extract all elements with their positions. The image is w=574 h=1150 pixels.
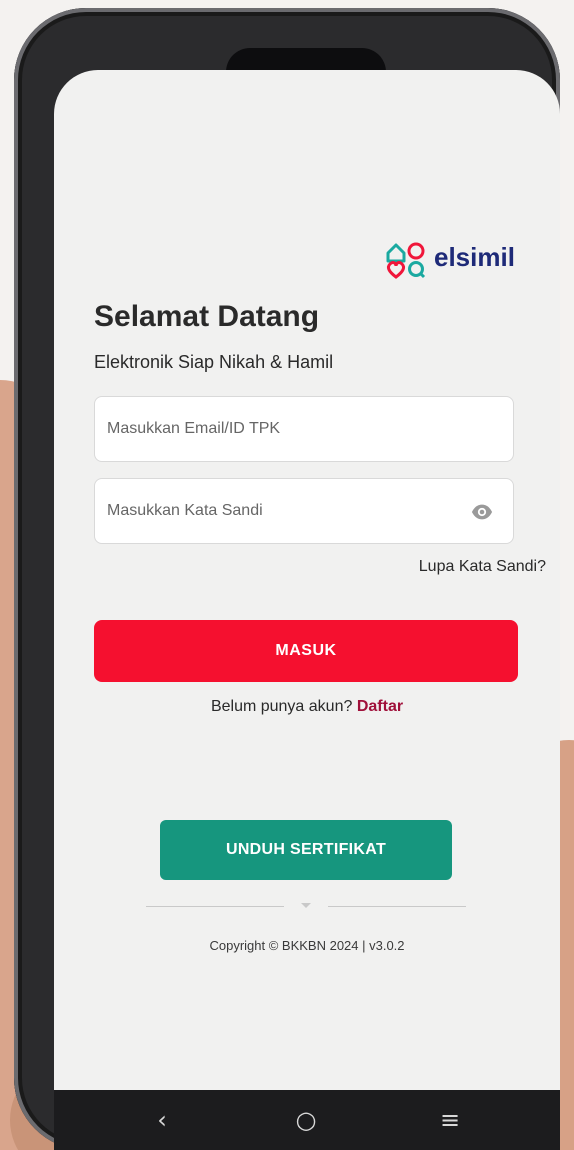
divider-line-left (146, 906, 284, 907)
system-navbar: ‹ ○ ≡ (54, 1090, 560, 1150)
menu-icon[interactable]: ≡ (428, 1100, 472, 1140)
password-input[interactable] (95, 479, 447, 543)
forgot-password-link[interactable]: Lupa Kata Sandi? (419, 558, 546, 576)
elsimil-logo: elsimil (384, 232, 515, 282)
register-prompt-text: Belum punya akun? (210, 698, 353, 715)
password-field[interactable] (94, 478, 514, 544)
eye-icon[interactable] (471, 501, 493, 523)
logo-text: elsimil (434, 241, 515, 272)
elsimil-logo-icon (386, 242, 426, 279)
page-title: Selamat Datang (94, 300, 320, 333)
download-certificate-button[interactable]: UNDUH SERTIFIKAT (160, 820, 452, 880)
login-button[interactable]: MASUK (94, 620, 518, 682)
page-subtitle: Elektronik Siap Nikah & Hamil (94, 352, 334, 372)
home-icon[interactable]: ○ (284, 1100, 328, 1140)
email-input[interactable] (95, 397, 447, 461)
chevron-down-icon (301, 903, 311, 908)
back-icon[interactable]: ‹ (140, 1100, 184, 1140)
phone-frame: elsimil Selamat Datang Elektronik Siap N… (14, 8, 560, 1150)
email-field[interactable] (94, 396, 514, 462)
divider (146, 903, 466, 908)
copyright-text: Copyright © BKKBN 2024 | v3.0.2 (209, 938, 405, 953)
register-prompt: Belum punya akun? Daftar (54, 698, 560, 716)
register-link[interactable]: Daftar (357, 698, 403, 715)
divider-line-right (328, 906, 466, 907)
photo-scene: elsimil Selamat Datang Elektronik Siap N… (0, 0, 574, 1150)
login-screen: elsimil Selamat Datang Elektronik Siap N… (54, 70, 560, 1090)
